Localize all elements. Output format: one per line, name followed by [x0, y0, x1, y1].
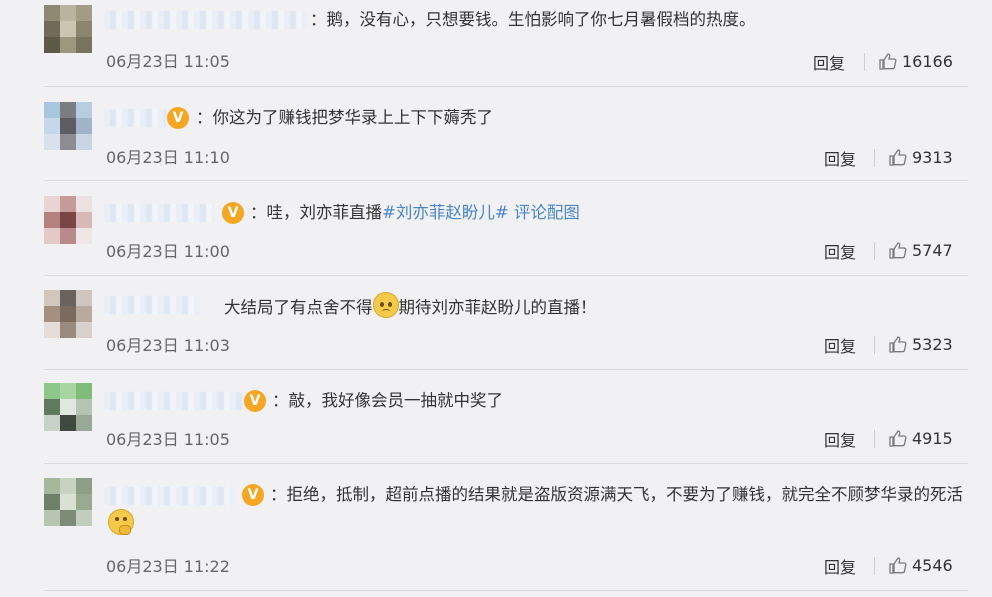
comment-time: 06月23日 11:22 [106, 557, 230, 576]
thumb-up-icon [889, 336, 907, 353]
like-count: 5323 [912, 334, 953, 354]
comment-text: ：拒绝，抵制，超前点播的结果就是盗版资源满天飞，不要为了赚钱，就完全不顾梦华录的… [106, 481, 968, 539]
username[interactable] [104, 392, 242, 410]
username[interactable] [104, 11, 306, 29]
divider [44, 369, 968, 370]
comment-body-2: 期待刘亦菲赵盼儿的直播！ [398, 298, 597, 317]
comment-body: 你这为了赚钱把梦华录上上下下薅秃了 [212, 108, 494, 127]
verified-badge-icon: V [222, 202, 244, 224]
reply-button[interactable]: 回复 [824, 427, 856, 451]
colon: ： [270, 485, 287, 504]
verified-badge-icon: V [244, 390, 266, 412]
username[interactable] [104, 204, 214, 222]
comment-text: 大结局了有点舍不得 期待刘亦菲赵盼儿的直播！ [224, 292, 597, 322]
comment-time: 06月23日 11:10 [106, 148, 230, 167]
divider [44, 180, 968, 181]
like-button[interactable]: 5747 [888, 240, 953, 260]
comment-time: 06月23日 11:00 [106, 242, 230, 261]
avatar[interactable] [44, 102, 92, 150]
separator [874, 149, 875, 167]
thumb-up-icon [879, 53, 897, 70]
sad-face-emoji-icon [372, 292, 399, 318]
like-count: 9313 [912, 147, 953, 167]
like-count: 4915 [912, 428, 953, 448]
comment-time: 06月23日 11:05 [106, 430, 230, 449]
like-count: 5747 [912, 240, 953, 260]
thinking-emoji-icon [108, 509, 134, 535]
reply-button[interactable]: 回复 [813, 50, 845, 74]
comment-text: ：哇，刘亦菲直播#刘亦菲赵盼儿# 评论配图 [250, 199, 580, 227]
username[interactable] [104, 109, 166, 127]
comment-body: 鹅，没有心，只想要钱。生怕影响了你七月暑假档的热度。 [326, 10, 756, 29]
like-button[interactable]: 5323 [888, 334, 953, 354]
divider [44, 86, 968, 87]
divider [44, 463, 968, 464]
divider [44, 275, 968, 276]
username[interactable] [104, 296, 200, 314]
colon: ： [250, 203, 267, 222]
avatar[interactable] [44, 383, 92, 431]
comment-body: 哇，刘亦菲直播 [266, 203, 383, 222]
divider [44, 590, 968, 591]
like-button[interactable]: 9313 [888, 147, 953, 167]
colon: ： [310, 10, 327, 29]
reply-button[interactable]: 回复 [824, 554, 856, 578]
separator [874, 557, 875, 575]
like-count: 4546 [912, 555, 953, 575]
like-button[interactable]: 16166 [878, 51, 953, 71]
thumb-up-icon [889, 557, 907, 574]
avatar[interactable] [44, 290, 92, 338]
separator [864, 53, 865, 71]
like-button[interactable]: 4546 [888, 555, 953, 575]
thumb-up-icon [889, 149, 907, 166]
reply-button[interactable]: 回复 [824, 239, 856, 263]
separator [874, 242, 875, 260]
avatar[interactable] [44, 196, 92, 244]
avatar[interactable] [44, 478, 92, 526]
comment-text: ：鹅，没有心，只想要钱。生怕影响了你七月暑假档的热度。 [310, 6, 756, 34]
reply-button[interactable]: 回复 [824, 333, 856, 357]
comment-text: ：你这为了赚钱把梦华录上上下下薅秃了 [196, 104, 493, 132]
comment-time: 06月23日 11:03 [106, 336, 230, 355]
verified-badge-icon: V [167, 107, 189, 129]
comment-time: 06月23日 11:05 [106, 52, 230, 71]
comment-body: 拒绝，抵制，超前点播的结果就是盗版资源满天飞，不要为了赚钱，就完全不顾梦华录的死… [286, 485, 964, 504]
topic-link[interactable]: #刘亦菲赵盼儿# [382, 203, 509, 222]
comment-body: 大结局了有点舍不得 [224, 298, 373, 317]
colon: ： [196, 108, 213, 127]
separator [874, 430, 875, 448]
avatar[interactable] [44, 5, 92, 53]
comment-body: 敲，我好像会员一抽就中奖了 [288, 391, 504, 410]
thumb-up-icon [889, 430, 907, 447]
thumb-up-icon [889, 242, 907, 259]
colon: ： [272, 391, 289, 410]
like-button[interactable]: 4915 [888, 428, 953, 448]
comment-text: ：敲，我好像会员一抽就中奖了 [272, 387, 503, 415]
separator [874, 336, 875, 354]
comment-list: ：鹅，没有心，只想要钱。生怕影响了你七月暑假档的热度。 06月23日 11:05… [0, 0, 992, 597]
image-link[interactable]: 评论配图 [509, 203, 580, 222]
reply-button[interactable]: 回复 [824, 146, 856, 170]
like-count: 16166 [902, 51, 953, 71]
